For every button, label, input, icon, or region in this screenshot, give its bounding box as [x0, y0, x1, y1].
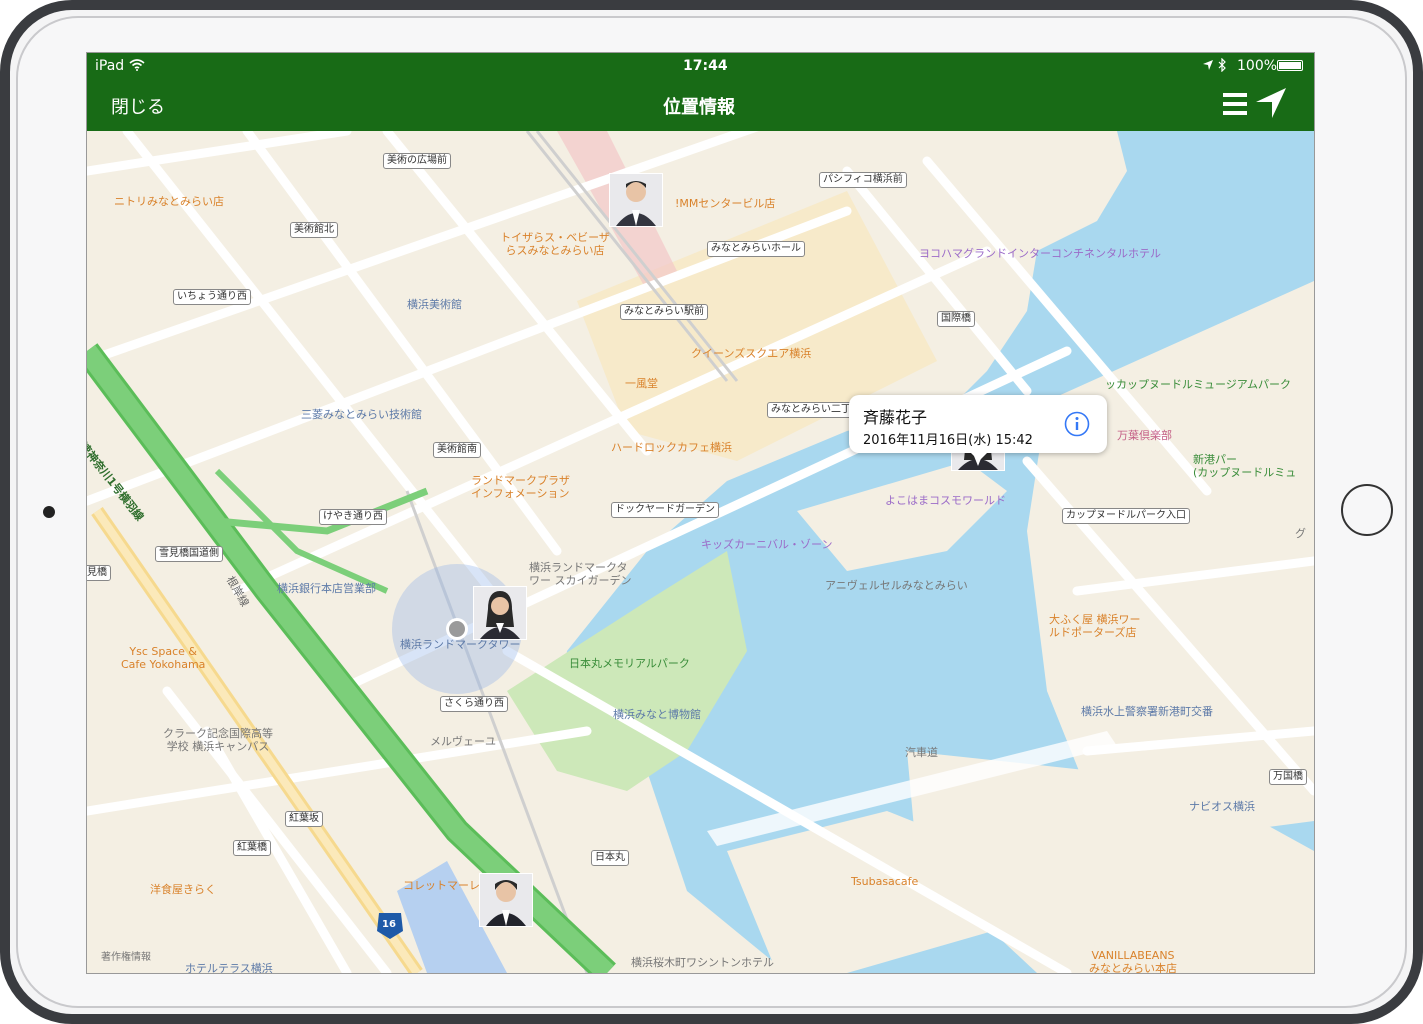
poi-yokohama-grand[interactable]: ヨコハマグランドインターコンチネンタルホテル — [919, 247, 1161, 260]
station-label[interactable]: カップヌードルパーク入口 — [1062, 508, 1190, 524]
home-button[interactable] — [1341, 484, 1393, 536]
poi-nitori[interactable]: ニトリみなとみらい店 — [114, 195, 224, 208]
poi-melvue[interactable]: メルヴェーユ — [430, 735, 496, 748]
poi-vanilla[interactable]: VANILLABEANS みなとみらい本店 — [1089, 949, 1177, 973]
bluetooth-icon — [1218, 58, 1226, 72]
poi-kids[interactable]: キッズカーニバル・ゾーン — [701, 538, 832, 551]
battery-percent: 100% — [1237, 58, 1278, 74]
poi-police[interactable]: 横浜水上警察署新港町交番 — [1081, 705, 1213, 718]
poi-tsubasa[interactable]: Tsubasacafe — [851, 875, 918, 888]
copyright-link[interactable]: 著作権情報 — [101, 951, 151, 964]
poi-manyo[interactable]: 万葉倶楽部 — [1117, 429, 1172, 442]
poi-mm-center[interactable]: !MMセンタービル店 — [675, 197, 775, 210]
map-view[interactable]: 美術の広場前 パシフィコ横浜前 美術館北 みなとみらいホール いちょう通り西 み… — [87, 131, 1314, 973]
station-label[interactable]: 見橋 — [87, 565, 111, 581]
avatar-pin[interactable] — [609, 173, 663, 227]
avatar-pin[interactable] — [479, 873, 533, 927]
location-services-icon — [1203, 60, 1213, 70]
poi-ippudo[interactable]: 一風堂 — [625, 377, 658, 390]
poi-kirakui[interactable]: 洋食屋きらく — [150, 883, 216, 896]
station-label[interactable]: ドックヤードガーデン — [611, 502, 719, 518]
station-label[interactable]: 美術の広場前 — [383, 153, 451, 169]
poi-cupnoodle-park[interactable]: ッカップヌードルミュージアムパーク — [1105, 378, 1291, 391]
poi-collette[interactable]: コレットマーレ — [403, 879, 481, 892]
screen: iPad 17:44 100% 閉じる 位置情報 美術の広場前 パシフィコ横浜前… — [86, 52, 1315, 974]
poi-washington[interactable]: 横浜桜木町ワシントンホテル — [631, 956, 774, 969]
poi-minato-museum[interactable]: 横浜みなと博物館 — [613, 708, 701, 721]
station-label[interactable]: 万国橋 — [1269, 769, 1307, 785]
callout-datetime: 2016年11月16日(水) 15:42 — [863, 433, 1033, 448]
station-label[interactable]: 雪見橋国道側 — [155, 546, 223, 562]
status-time: 17:44 — [683, 58, 728, 74]
route-16-shield: 16 — [382, 919, 396, 930]
station-label[interactable]: みなとみらいホール — [707, 241, 805, 257]
poi-hardrock[interactable]: ハードロックカフェ横浜 — [611, 441, 732, 454]
poi-ofukuya[interactable]: 大ふく屋 横浜ワー ルドポーターズ店 — [1049, 613, 1141, 639]
device-label: iPad — [95, 58, 125, 74]
poi-toysrus[interactable]: トイザらス・ベビーザ らスみなとみらい店 — [490, 231, 620, 257]
station-label[interactable]: 紅葉坂 — [285, 811, 323, 827]
close-button[interactable]: 閉じる — [111, 93, 165, 119]
info-circle-icon[interactable] — [1064, 411, 1090, 437]
poi-landmark-info[interactable]: ランドマークプラザ インフォメーション — [471, 474, 570, 500]
poi-gu[interactable]: グ — [1295, 527, 1306, 540]
station-label[interactable]: けやき通り西 — [319, 509, 387, 525]
station-label[interactable]: 日本丸 — [591, 850, 629, 866]
wifi-icon — [129, 59, 145, 71]
poi-boj[interactable]: 横浜銀行本店営業部 — [277, 582, 376, 595]
station-label[interactable]: いちょう通り西 — [173, 289, 251, 305]
poi-terrace[interactable]: ホテルテラス横浜 — [185, 962, 273, 973]
battery-icon — [1277, 60, 1303, 71]
station-label[interactable]: みなとみらい駅前 — [620, 304, 708, 320]
station-label[interactable]: 紅葉橋 — [233, 840, 271, 856]
poi-sky-garden[interactable]: 横浜ランドマークタ ワー スカイガーデン — [529, 561, 632, 587]
station-label[interactable]: 美術館南 — [433, 442, 481, 458]
page-title: 位置情報 — [663, 97, 735, 118]
status-bar: iPad 17:44 100% — [87, 53, 1314, 79]
station-label[interactable]: 美術館北 — [290, 222, 338, 238]
poi-mitsubishi[interactable]: 三菱みなとみらい技術館 — [301, 408, 422, 421]
location-callout[interactable]: 斉藤花子 2016年11月16日(水) 15:42 — [849, 395, 1107, 461]
poi-anniversaire[interactable]: アニヴェルセルみなとみらい — [825, 579, 968, 592]
location-arrow-icon[interactable] — [1255, 87, 1287, 119]
callout-name: 斉藤花子 — [863, 408, 928, 427]
poi-ysc[interactable]: Ysc Space & Cafe Yokohama — [121, 645, 205, 671]
navigation-bar: 閉じる 位置情報 — [87, 79, 1314, 131]
avatar-pin[interactable] — [473, 586, 527, 640]
station-label[interactable]: 国際橋 — [937, 311, 975, 327]
poi-navios[interactable]: ナビオス横浜 — [1189, 800, 1255, 813]
poi-clark[interactable]: クラーク記念国際高等 学校 横浜キャンパス — [163, 727, 273, 753]
list-icon[interactable] — [1223, 91, 1247, 117]
poi-museum[interactable]: 横浜美術館 — [407, 298, 462, 311]
station-label[interactable]: さくら通り西 — [440, 696, 508, 712]
poi-queens[interactable]: クイーンズスクエア横浜 — [691, 347, 811, 360]
camera-icon — [43, 506, 55, 518]
poi-cosmo[interactable]: よこはまコスモワールド — [885, 494, 1006, 507]
poi-kishamichi[interactable]: 汽車道 — [905, 746, 938, 759]
poi-nipponmaru-park[interactable]: 日本丸メモリアルパーク — [569, 657, 690, 670]
station-label[interactable]: パシフィコ横浜前 — [819, 172, 907, 188]
poi-shinko[interactable]: 新港パー (カップヌードルミュ — [1193, 453, 1314, 479]
